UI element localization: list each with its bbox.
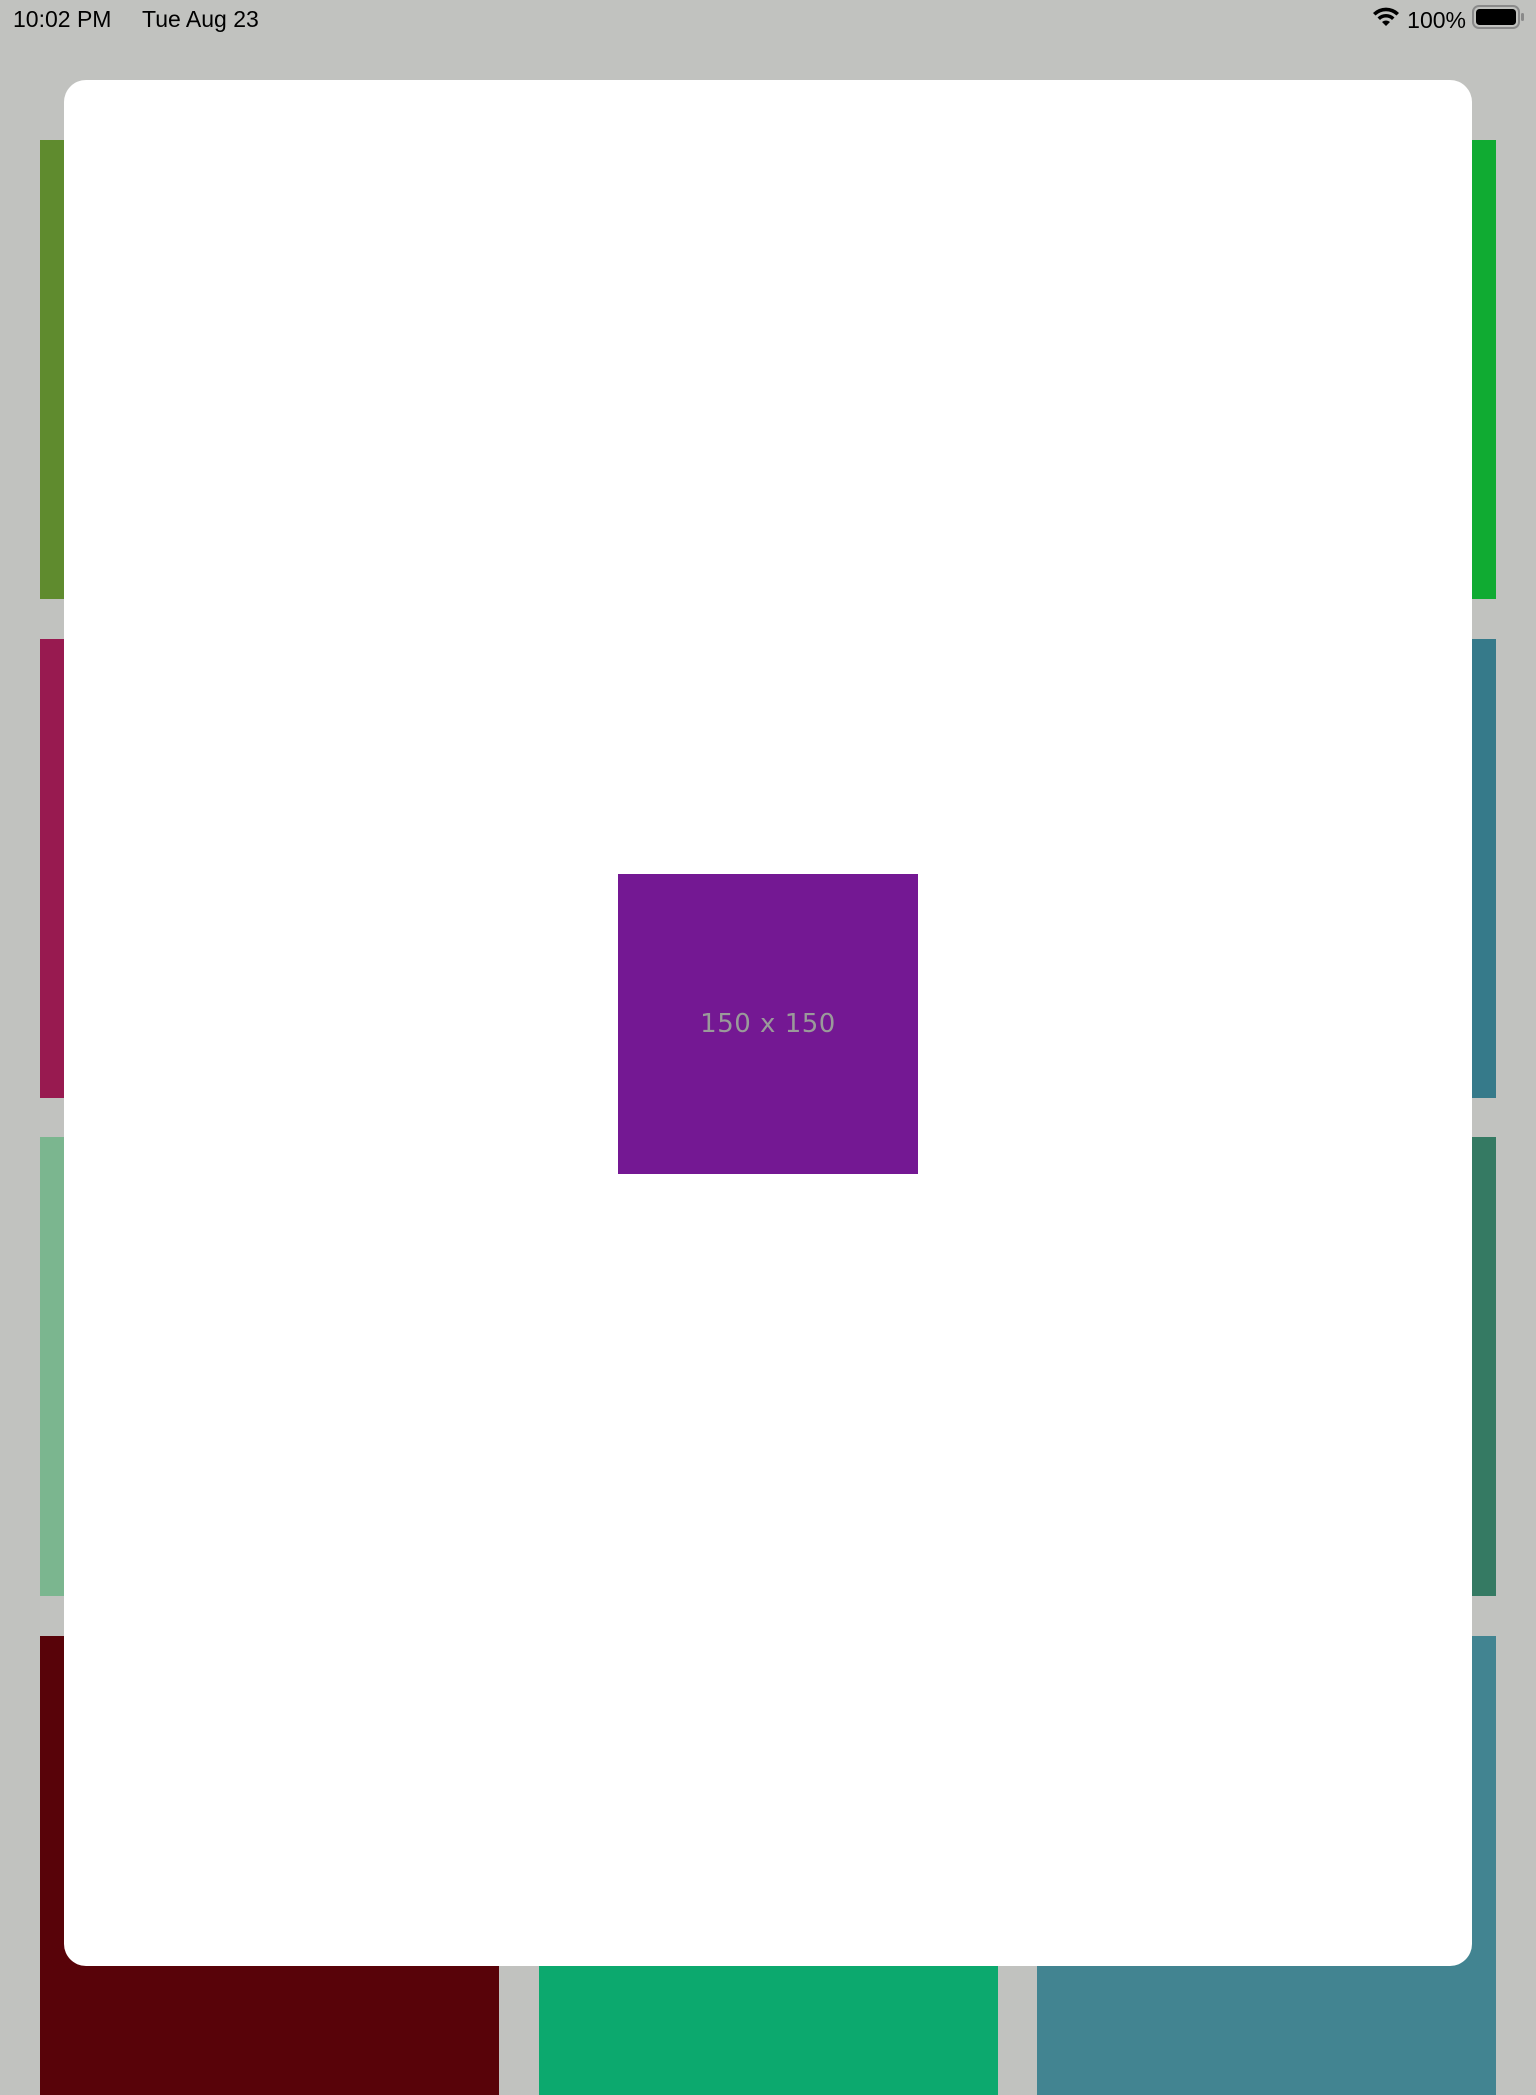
- modal-sheet: 150 x 150: [64, 80, 1472, 1966]
- status-time: 10:02 PM: [13, 6, 112, 32]
- battery-percent: 100%: [1407, 6, 1466, 33]
- placeholder-image: 150 x 150: [618, 874, 918, 1174]
- status-date: Tue Aug 23: [142, 6, 259, 32]
- battery-icon: [1472, 4, 1526, 36]
- status-bar: 10:02 PM Tue Aug 23 100%: [0, 0, 1536, 40]
- wifi-icon: [1371, 5, 1401, 35]
- status-indicators: 100%: [1371, 4, 1526, 36]
- placeholder-image-label: 150 x 150: [700, 1009, 836, 1039]
